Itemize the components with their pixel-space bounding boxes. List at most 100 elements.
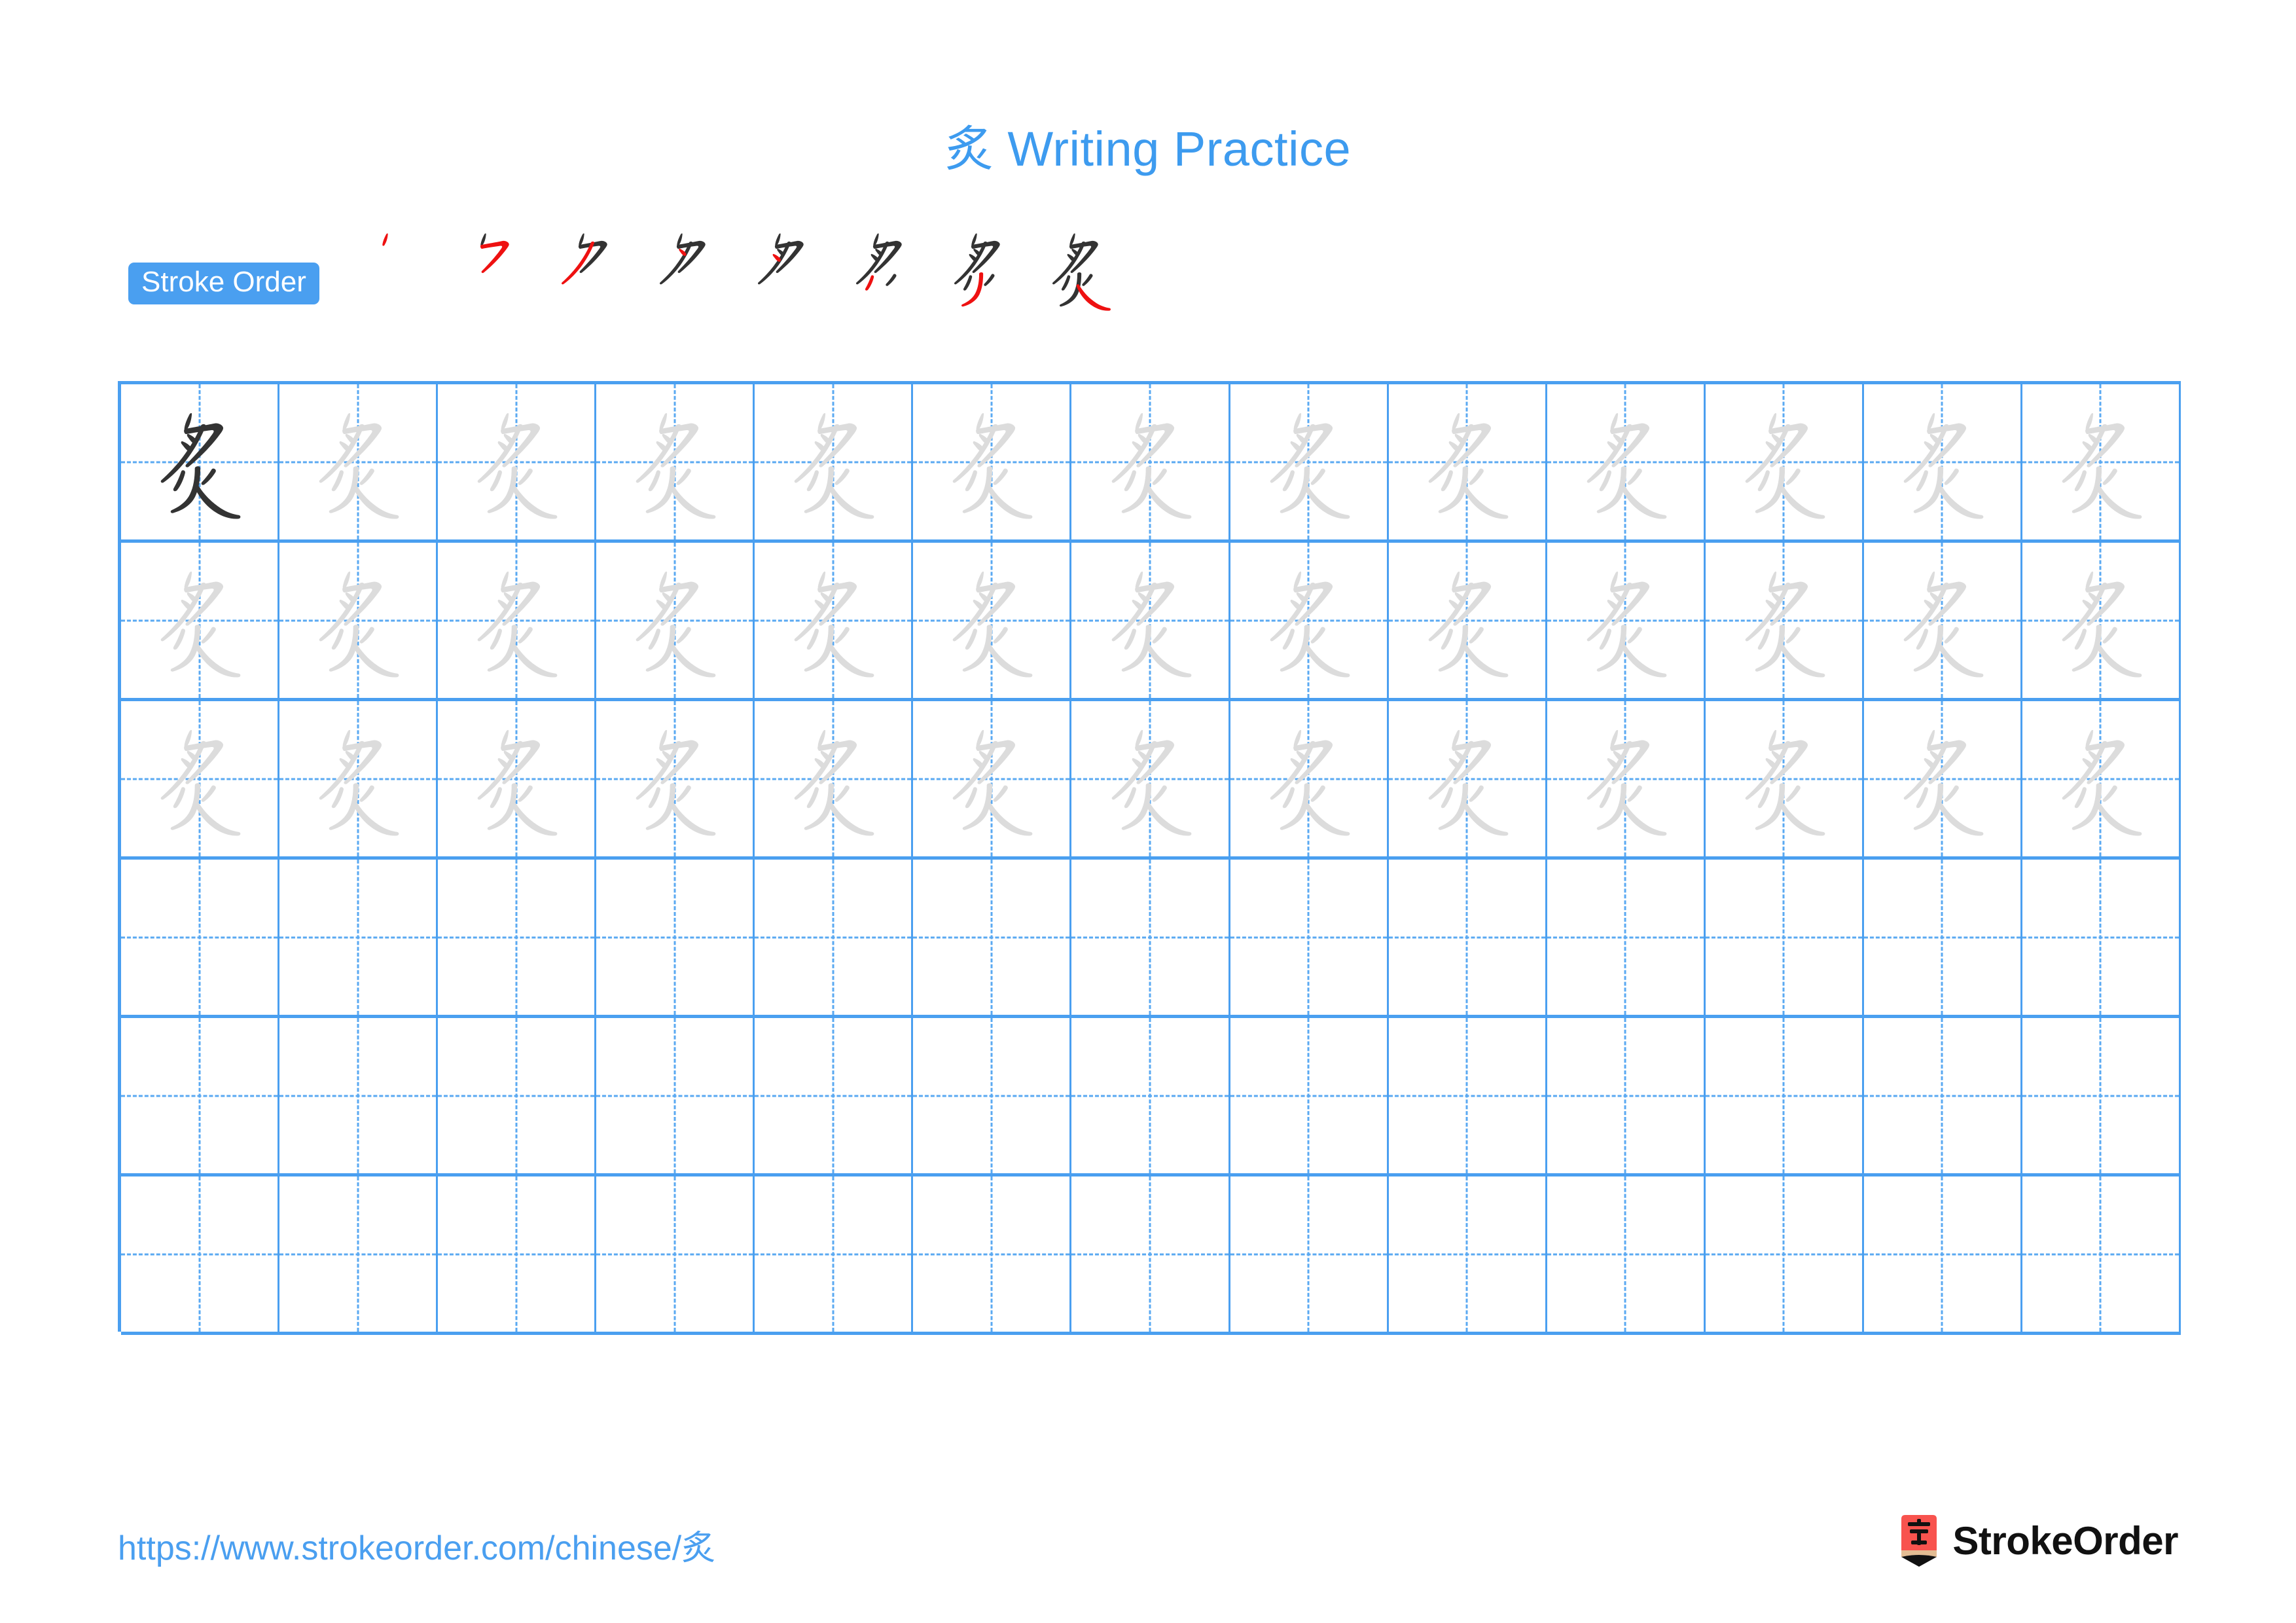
practice-cell-r3-c2[interactable] [279, 701, 439, 856]
practice-cell-r4-c1[interactable] [121, 860, 280, 1015]
practice-cell-r4-c8[interactable] [1230, 860, 1389, 1015]
practice-cell-r6-c13[interactable] [2022, 1176, 2181, 1332]
practice-cell-r2-c3[interactable] [438, 543, 597, 698]
practice-cell-r2-c10[interactable] [1547, 543, 1706, 698]
practice-cell-r2-c13[interactable] [2022, 543, 2181, 698]
practice-cell-r5-c3[interactable] [438, 1018, 597, 1173]
practice-cell-r2-c5[interactable] [755, 543, 914, 698]
practice-cell-r2-c1[interactable] [121, 543, 280, 698]
stroke-order-badge: Stroke Order [128, 263, 319, 304]
practice-cell-r1-c9[interactable] [1389, 384, 1547, 539]
practice-cell-r3-c11[interactable] [1706, 701, 1864, 856]
practice-cell-r4-c4[interactable] [596, 860, 755, 1015]
practice-cell-r1-c8[interactable] [1230, 384, 1389, 539]
trace-character [596, 543, 753, 698]
practice-cell-r5-c11[interactable] [1706, 1018, 1864, 1173]
practice-cell-r5-c9[interactable] [1389, 1018, 1547, 1173]
practice-cell-r5-c13[interactable] [2022, 1018, 2181, 1173]
practice-cell-r6-c5[interactable] [755, 1176, 914, 1332]
practice-cell-r4-c2[interactable] [279, 860, 439, 1015]
practice-cell-r3-c7[interactable] [1071, 701, 1230, 856]
practice-cell-r4-c10[interactable] [1547, 860, 1706, 1015]
trace-character [1230, 384, 1387, 539]
practice-cell-r3-c1[interactable] [121, 701, 280, 856]
practice-cell-r1-c4[interactable] [596, 384, 755, 539]
practice-cell-r5-c10[interactable] [1547, 1018, 1706, 1173]
practice-cell-r5-c6[interactable] [913, 1018, 1072, 1173]
practice-cell-r6-c3[interactable] [438, 1176, 597, 1332]
practice-cell-r5-c12[interactable] [1864, 1018, 2022, 1173]
practice-cell-r3-c8[interactable] [1230, 701, 1389, 856]
practice-cell-r4-c11[interactable] [1706, 860, 1864, 1015]
stroke-order-steps [344, 233, 1130, 333]
stroke-order-step-7 [933, 233, 1031, 333]
trace-character [1389, 543, 1545, 698]
practice-cell-r4-c9[interactable] [1389, 860, 1547, 1015]
practice-cell-r4-c5[interactable] [755, 860, 914, 1015]
practice-cell-r1-c10[interactable] [1547, 384, 1706, 539]
practice-cell-r1-c2[interactable] [279, 384, 439, 539]
trace-character [1389, 384, 1545, 539]
model-character [121, 384, 278, 539]
footer-logo[interactable]: StrokeOrder [1897, 1512, 2178, 1569]
practice-cell-r2-c4[interactable] [596, 543, 755, 698]
practice-cell-r6-c12[interactable] [1864, 1176, 2022, 1332]
practice-cell-r3-c13[interactable] [2022, 701, 2181, 856]
trace-character [1547, 543, 1704, 698]
practice-cell-r2-c8[interactable] [1230, 543, 1389, 698]
practice-cell-r1-c1[interactable] [121, 384, 280, 539]
practice-cell-r2-c9[interactable] [1389, 543, 1547, 698]
practice-cell-r6-c1[interactable] [121, 1176, 280, 1332]
practice-cell-r2-c6[interactable] [913, 543, 1072, 698]
practice-cell-r5-c4[interactable] [596, 1018, 755, 1173]
trace-character [913, 701, 1069, 856]
trace-character [1547, 701, 1704, 856]
practice-cell-r5-c8[interactable] [1230, 1018, 1389, 1173]
practice-cell-r3-c12[interactable] [1864, 701, 2022, 856]
trace-character [1706, 384, 1862, 539]
trace-character [1864, 701, 2020, 856]
footer-url-link[interactable]: https://www.strokeorder.com/chinese/炙 [118, 1520, 715, 1569]
practice-cell-r6-c8[interactable] [1230, 1176, 1389, 1332]
practice-cell-r1-c6[interactable] [913, 384, 1072, 539]
practice-cell-r5-c1[interactable] [121, 1018, 280, 1173]
practice-cell-r1-c12[interactable] [1864, 384, 2022, 539]
page-title: 炙 Writing Practice [944, 122, 1352, 176]
practice-cell-r3-c6[interactable] [913, 701, 1072, 856]
practice-cell-r6-c10[interactable] [1547, 1176, 1706, 1332]
practice-cell-r6-c11[interactable] [1706, 1176, 1864, 1332]
practice-cell-r5-c7[interactable] [1071, 1018, 1230, 1173]
trace-character [2022, 543, 2179, 698]
practice-cell-r6-c7[interactable] [1071, 1176, 1230, 1332]
practice-cell-r3-c3[interactable] [438, 701, 597, 856]
practice-cell-r1-c5[interactable] [755, 384, 914, 539]
practice-cell-r3-c4[interactable] [596, 701, 755, 856]
practice-cell-r4-c7[interactable] [1071, 860, 1230, 1015]
practice-cell-r6-c2[interactable] [279, 1176, 439, 1332]
practice-cell-r5-c5[interactable] [755, 1018, 914, 1173]
trace-character [1706, 701, 1862, 856]
practice-cell-r6-c9[interactable] [1389, 1176, 1547, 1332]
practice-cell-r6-c4[interactable] [596, 1176, 755, 1332]
practice-cell-r1-c3[interactable] [438, 384, 597, 539]
practice-cell-r1-c11[interactable] [1706, 384, 1864, 539]
practice-cell-r4-c12[interactable] [1864, 860, 2022, 1015]
practice-cell-r4-c6[interactable] [913, 860, 1072, 1015]
practice-grid-row [121, 860, 2181, 1018]
practice-cell-r3-c10[interactable] [1547, 701, 1706, 856]
practice-cell-r4-c13[interactable] [2022, 860, 2181, 1015]
practice-cell-r2-c7[interactable] [1071, 543, 1230, 698]
practice-cell-r4-c3[interactable] [438, 860, 597, 1015]
practice-cell-r1-c7[interactable] [1071, 384, 1230, 539]
practice-cell-r5-c2[interactable] [279, 1018, 439, 1173]
practice-cell-r6-c6[interactable] [913, 1176, 1072, 1332]
trace-character [438, 384, 594, 539]
practice-cell-r3-c5[interactable] [755, 701, 914, 856]
practice-cell-r2-c11[interactable] [1706, 543, 1864, 698]
practice-cell-r2-c12[interactable] [1864, 543, 2022, 698]
trace-character [755, 543, 911, 698]
practice-cell-r2-c2[interactable] [279, 543, 439, 698]
practice-cell-r1-c13[interactable] [2022, 384, 2181, 539]
trace-character [2022, 701, 2179, 856]
practice-cell-r3-c9[interactable] [1389, 701, 1547, 856]
